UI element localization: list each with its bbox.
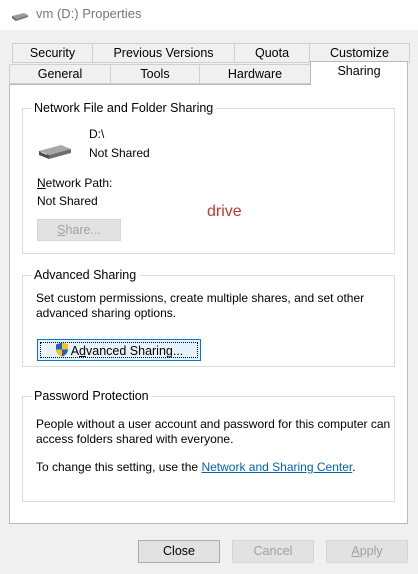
apply-access-key: A xyxy=(351,544,360,558)
advanced-sharing-button-label: vanced Sharing... xyxy=(86,344,184,358)
tab-tools[interactable]: Tools xyxy=(110,64,200,84)
title-bar: vm (D:) Properties xyxy=(0,0,418,30)
password-protection-title: Password Protection xyxy=(31,388,152,404)
annotation-label: drive xyxy=(207,203,242,220)
tab-quota[interactable]: Quota xyxy=(234,43,310,63)
uac-shield-icon xyxy=(55,342,69,363)
tab-hardware[interactable]: Hardware xyxy=(199,64,311,84)
apply-button-label: pply xyxy=(359,544,383,558)
drive-sharing-status: Not Shared xyxy=(89,146,150,160)
network-path-label: Network Path: xyxy=(37,176,112,190)
password-protection-group: Password Protection People without a use… xyxy=(22,388,395,502)
close-button[interactable]: Close xyxy=(138,540,220,563)
network-sharing-center-link[interactable]: Network and Sharing Center xyxy=(201,460,352,474)
apply-button[interactable]: Apply xyxy=(326,540,408,563)
tab-security[interactable]: Security xyxy=(12,43,93,63)
share-button[interactable]: Share... xyxy=(37,219,121,241)
change-setting-prefix: To change this setting, use the xyxy=(36,460,202,474)
password-protection-description: People without a user account and passwo… xyxy=(36,417,391,446)
window-title: vm (D:) Properties xyxy=(36,6,142,21)
password-protection-change-text: To change this setting, use the Network … xyxy=(36,460,391,474)
network-path-label-text: etwork Path: xyxy=(45,176,113,190)
advanced-sharing-description: Set custom permissions, create multiple … xyxy=(36,291,365,320)
tab-customize[interactable]: Customize xyxy=(309,43,410,63)
network-path-access-key: N xyxy=(37,176,46,190)
tab-general[interactable]: General xyxy=(9,64,111,84)
sharing-tab-page: Network File and Folder Sharing D:\ Not … xyxy=(9,84,408,524)
tab-sharing[interactable]: Sharing xyxy=(310,61,408,85)
advanced-sharing-group: Advanced Sharing Set custom permissions,… xyxy=(22,267,395,367)
drive-icon xyxy=(37,143,73,164)
network-sharing-title: Network File and Folder Sharing xyxy=(31,100,217,116)
tab-previous-versions[interactable]: Previous Versions xyxy=(92,43,235,63)
network-path-value: Not Shared xyxy=(37,194,98,208)
drive-name: D:\ xyxy=(89,127,105,141)
cancel-button[interactable]: Cancel xyxy=(232,540,314,563)
change-setting-suffix: . xyxy=(352,460,356,474)
network-sharing-group: Network File and Folder Sharing D:\ Not … xyxy=(22,100,395,254)
share-button-label: hare... xyxy=(65,223,101,237)
drive-icon xyxy=(10,11,30,25)
advanced-sharing-title: Advanced Sharing xyxy=(31,267,140,283)
advanced-sharing-prefix: A xyxy=(70,344,80,358)
advanced-sharing-button[interactable]: Advanced Sharing... xyxy=(37,339,201,361)
advanced-sharing-access-key: d xyxy=(79,344,86,358)
